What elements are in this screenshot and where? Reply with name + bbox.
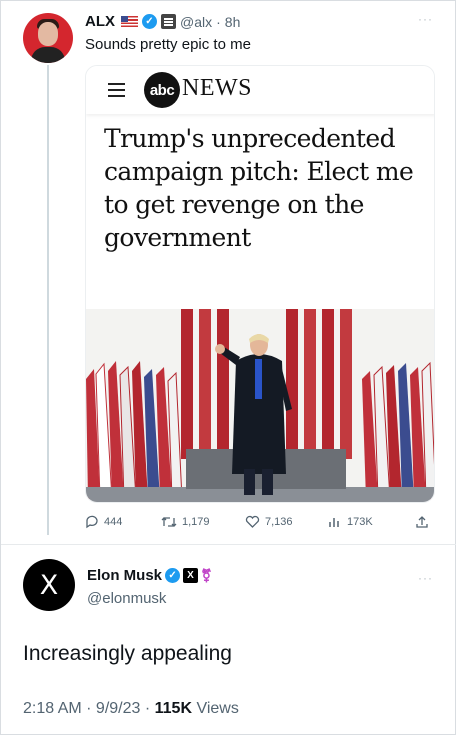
verified-badge-icon: ✓ xyxy=(165,568,181,583)
musk-tweet-text: Increasingly appealing xyxy=(23,642,232,665)
like-button[interactable]: 7,136 xyxy=(245,515,293,529)
musk-name-row: Elon Musk ✓ X ⚧ xyxy=(87,567,212,584)
musk-more-options-icon[interactable]: ··· xyxy=(418,571,433,585)
retweet-button[interactable]: 1,179 xyxy=(161,515,210,529)
abc-news-wordmark: NEWS xyxy=(182,75,252,101)
share-button[interactable] xyxy=(415,515,429,529)
article-photo xyxy=(86,309,434,502)
reply-icon xyxy=(86,515,98,529)
like-count: 7,136 xyxy=(265,516,293,528)
tweet-separator xyxy=(1,544,456,545)
card-nav: abc NEWS xyxy=(86,66,434,114)
reply-button[interactable]: 444 xyxy=(85,515,122,529)
views-count: 173K xyxy=(347,516,373,528)
views-button[interactable]: 173K xyxy=(328,515,373,529)
hamburger-menu-icon xyxy=(108,83,125,85)
musk-display-name[interactable]: Elon Musk xyxy=(87,567,162,584)
views-chart-icon xyxy=(329,518,339,527)
right-flags xyxy=(362,361,434,500)
retweet-icon xyxy=(161,517,177,527)
alx-display-name[interactable]: ALX xyxy=(85,13,115,30)
alx-timestamp[interactable]: 8h xyxy=(225,14,241,30)
quoted-tweet-actions: 444 1,179 7,136 173K xyxy=(85,515,435,533)
alx-tweet-text: Sounds pretty epic to me xyxy=(85,36,251,53)
screenshot-frame: ALX ✓ @alx · 8h ··· Sounds pretty epic t… xyxy=(0,0,456,735)
reply-count: 444 xyxy=(104,516,123,528)
musk-timestamp[interactable]: 2:18 AM · 9/9/23 · xyxy=(23,700,155,717)
alx-handle[interactable]: @alx xyxy=(180,14,212,30)
alx-more-options-icon[interactable]: ··· xyxy=(418,12,433,26)
verified-badge-icon: ✓ xyxy=(142,14,157,29)
retweet-count: 1,179 xyxy=(182,516,210,528)
elon-musk-avatar[interactable]: X xyxy=(23,559,75,611)
left-flags xyxy=(86,361,183,500)
thread-line xyxy=(47,65,49,535)
news-card[interactable]: abc NEWS Trump's unprecedented campaign … xyxy=(85,65,435,503)
rally-scene xyxy=(86,309,434,502)
musk-views-count: 115K xyxy=(154,700,192,717)
x-affiliation-badge-icon: X xyxy=(183,568,199,583)
heart-icon xyxy=(245,515,260,528)
us-flag-icon xyxy=(121,16,138,27)
musk-tweet-meta: 2:18 AM · 9/9/23 · 115K Views xyxy=(23,700,239,718)
musk-handle[interactable]: @elonmusk xyxy=(87,590,166,607)
abc-logo: abc xyxy=(144,72,180,108)
share-icon xyxy=(416,516,428,528)
article-headline: Trump's unprecedented campaign pitch: El… xyxy=(104,124,414,252)
alx-separator: · xyxy=(216,13,221,30)
alx-header: ALX ✓ @alx · 8h xyxy=(85,13,240,30)
affiliation-badge-icon xyxy=(161,14,176,29)
musk-views-label: Views xyxy=(192,700,239,717)
alx-avatar[interactable] xyxy=(23,13,73,63)
gender-symbol-icon: ⚧ xyxy=(201,567,212,583)
